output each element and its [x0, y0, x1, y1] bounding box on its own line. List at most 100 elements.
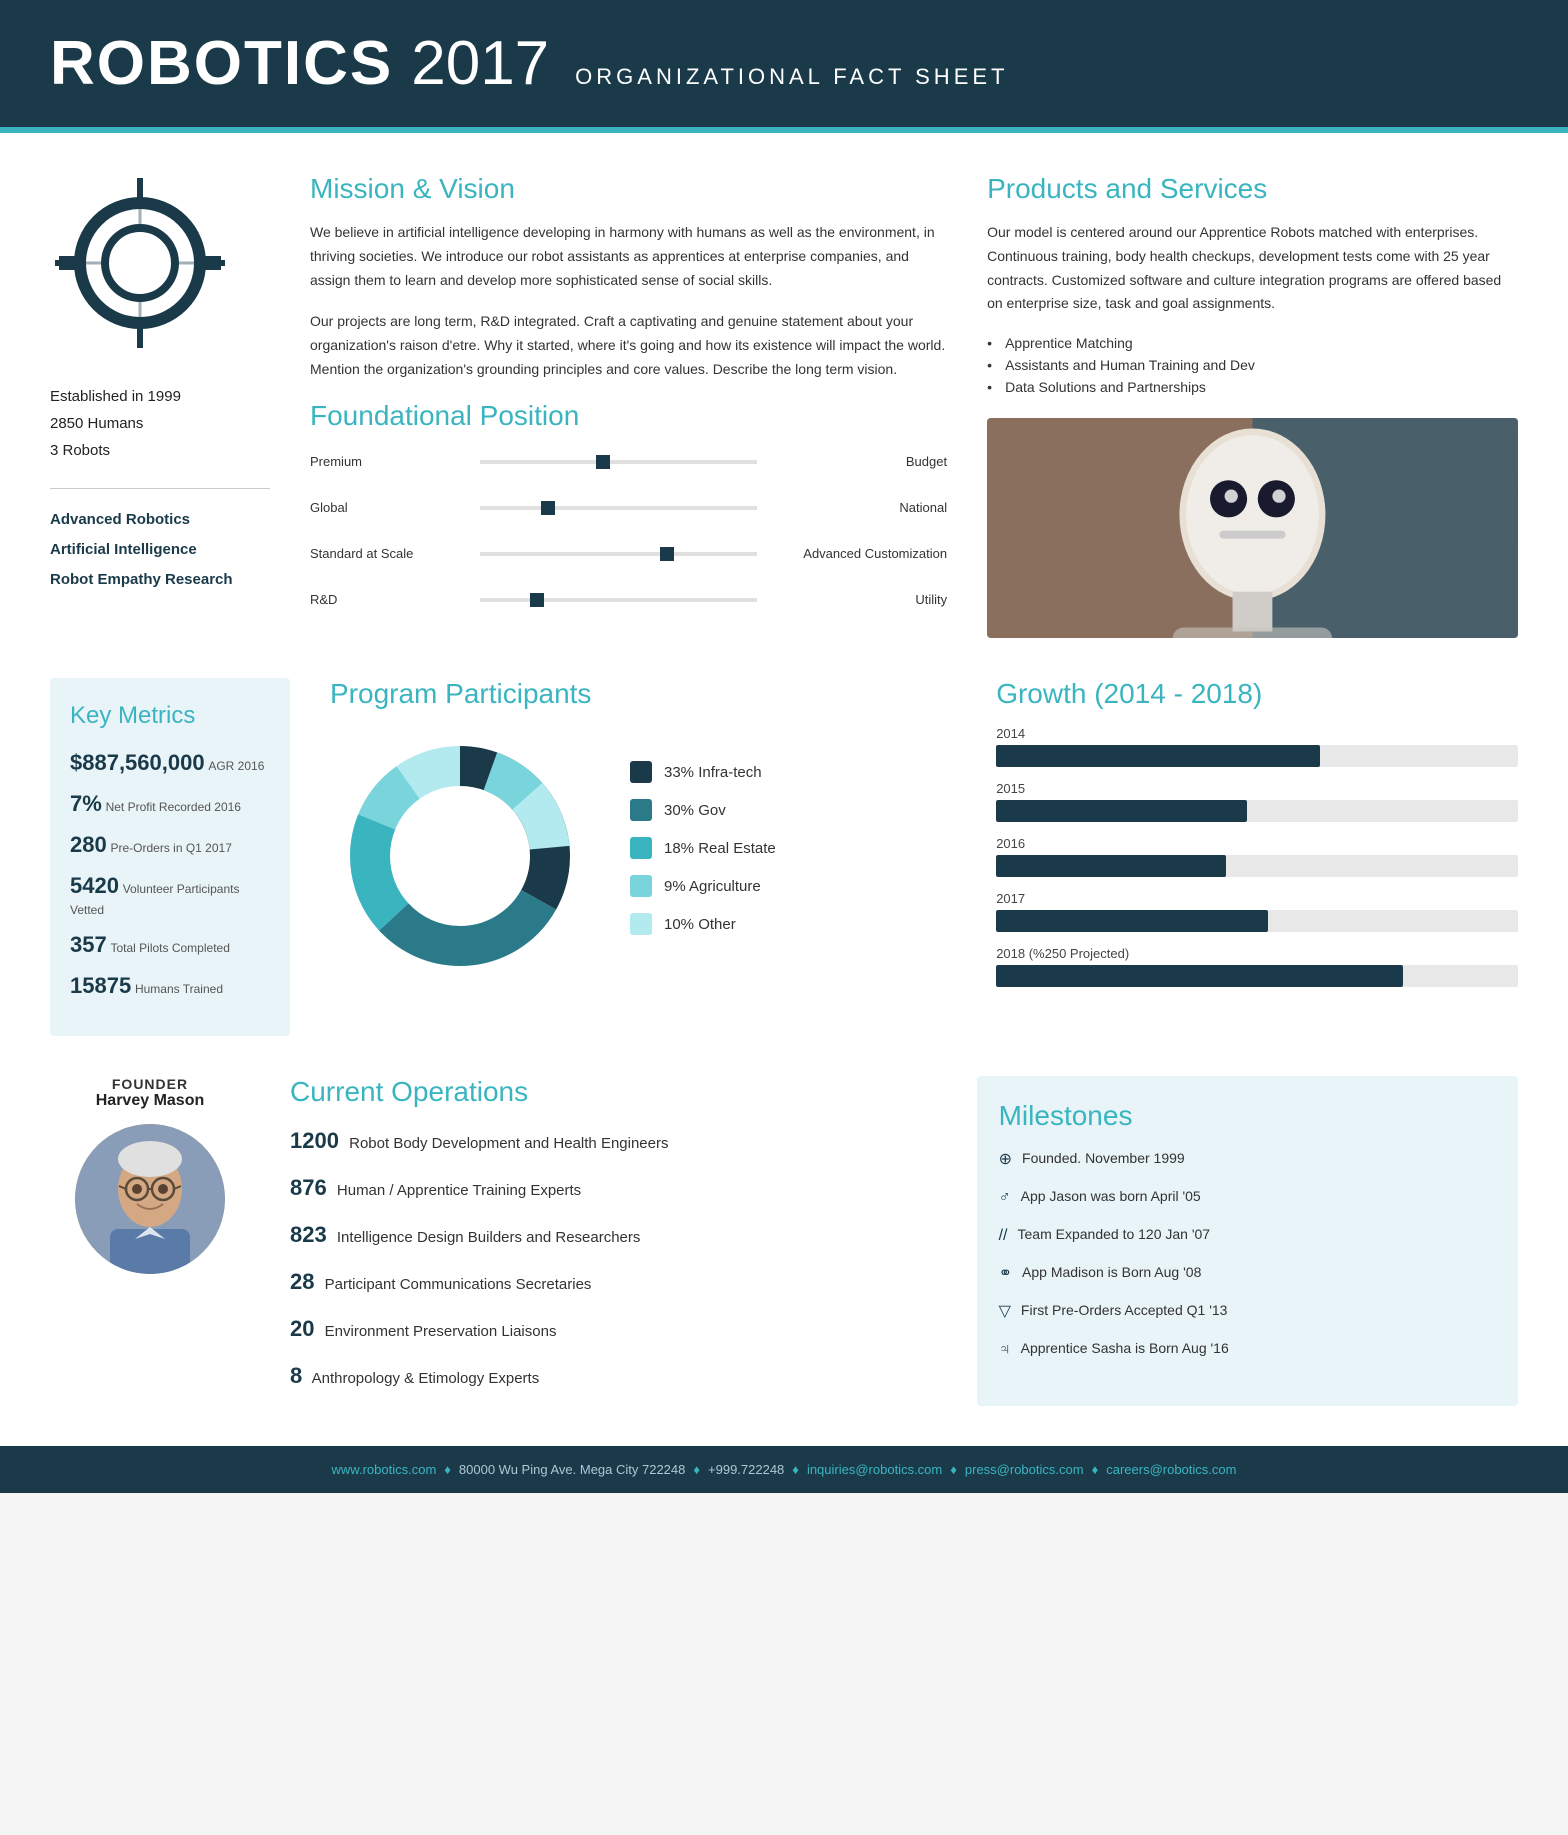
- km-big-4: 5420: [70, 873, 119, 898]
- footer-email-careers[interactable]: careers@robotics.com: [1106, 1462, 1236, 1477]
- footer-email-press[interactable]: press@robotics.com: [965, 1462, 1084, 1477]
- right-column: Products and Services Our model is cente…: [987, 173, 1518, 638]
- robot-photo: [987, 418, 1518, 638]
- fp-marker-2: [541, 501, 555, 515]
- km-1: $887,560,000 AGR 2016: [70, 748, 270, 779]
- divider: [50, 488, 270, 489]
- legend-label-4: 9% Agriculture: [664, 878, 761, 895]
- established: Established in 1999: [50, 383, 270, 410]
- legend-dot-1: [630, 761, 652, 783]
- ops-num-4: 28: [290, 1269, 314, 1294]
- specialties: Advanced Robotics Artificial Intelligenc…: [50, 505, 270, 595]
- fp-marker-4: [530, 593, 544, 607]
- humans-count: 2850 Humans: [50, 410, 270, 437]
- footer-website[interactable]: www.robotics.com: [332, 1462, 437, 1477]
- km-small-2: Net Profit Recorded 2016: [106, 800, 241, 814]
- milestones-section: Milestones ⊕ Founded. November 1999 ♂ Ap…: [977, 1076, 1518, 1406]
- fp-row-1: Premium Budget: [310, 448, 947, 476]
- year-2015: 2015: [996, 781, 1518, 796]
- fp-row-3: Standard at Scale Advanced Customization: [310, 540, 947, 568]
- fp-marker-3: [660, 547, 674, 561]
- fp-right-2: National: [767, 500, 947, 515]
- ops-num-6: 8: [290, 1363, 302, 1388]
- ops-6: 8 Anthropology & Etimology Experts: [290, 1359, 937, 1392]
- milestone-text-2: App Jason was born April '05: [1021, 1186, 1201, 1207]
- km-small-5: Total Pilots Completed: [110, 941, 229, 955]
- footer-email-inquiries[interactable]: inquiries@robotics.com: [807, 1462, 942, 1477]
- ops-4: 28 Participant Communications Secretarie…: [290, 1265, 937, 1298]
- growth-bar-2015: 2015: [996, 781, 1518, 822]
- milestones-heading: Milestones: [999, 1100, 1496, 1132]
- footer: www.robotics.com ♦ 80000 Wu Ping Ave. Me…: [0, 1446, 1568, 1493]
- founder-label: FOUNDER: [112, 1076, 188, 1092]
- milestone-text-6: Apprentice Sasha is Born Aug '16: [1021, 1338, 1229, 1359]
- ops-text-5: Environment Preservation Liaisons: [325, 1323, 557, 1340]
- footer-phone: +999.722248: [708, 1462, 784, 1477]
- legend-2: 30% Gov: [630, 799, 956, 821]
- ops-3: 823 Intelligence Design Builders and Res…: [290, 1218, 937, 1251]
- fp-row-2: Global National: [310, 494, 947, 522]
- legend-4: 9% Agriculture: [630, 875, 956, 897]
- donut-chart: [330, 726, 590, 986]
- fill-2017: [996, 910, 1267, 932]
- legend-dot-3: [630, 837, 652, 859]
- ops-text-1: Robot Body Development and Health Engine…: [349, 1135, 668, 1152]
- left-column: Established in 1999 2850 Humans 3 Robots…: [50, 173, 270, 638]
- milestone-text-4: App Madison is Born Aug '08: [1022, 1262, 1201, 1283]
- org-info: Established in 1999 2850 Humans 3 Robots: [50, 383, 270, 464]
- ops-num-1: 1200: [290, 1128, 339, 1153]
- legend-label-3: 18% Real Estate: [664, 840, 776, 857]
- growth-bar-2018: 2018 (%250 Projected): [996, 946, 1518, 987]
- ops-text-6: Anthropology & Etimology Experts: [312, 1370, 540, 1387]
- center-right: Mission & Vision We believe in artificia…: [310, 173, 1518, 638]
- legend-dot-4: [630, 875, 652, 897]
- growth-bar-2014: 2014: [996, 726, 1518, 767]
- fp-row-4: R&D Utility: [310, 586, 947, 614]
- fp-left-2: Global: [310, 500, 470, 515]
- fp-right-4: Utility: [767, 592, 947, 607]
- track-2016: [996, 855, 1518, 877]
- year-2018: 2018 (%250 Projected): [996, 946, 1518, 961]
- founder-section: FOUNDER Harvey Mason: [50, 1076, 250, 1406]
- products-heading: Products and Services: [987, 173, 1518, 205]
- growth-heading: Growth (2014 - 2018): [996, 678, 1518, 710]
- fp-right-1: Budget: [767, 454, 947, 469]
- legend: 33% Infra-tech 30% Gov 18% Real Estate 9…: [630, 761, 956, 951]
- growth-bar-2017: 2017: [996, 891, 1518, 932]
- legend-label-1: 33% Infra-tech: [664, 764, 762, 781]
- ops-2: 876 Human / Apprentice Training Experts: [290, 1171, 937, 1204]
- milestone-icon-2: ♂: [999, 1186, 1011, 1210]
- legend-dot-5: [630, 913, 652, 935]
- fp-left-1: Premium: [310, 454, 470, 469]
- donut-section: 33% Infra-tech 30% Gov 18% Real Estate 9…: [330, 726, 956, 986]
- year-2016: 2016: [996, 836, 1518, 851]
- ops-text-3: Intelligence Design Builders and Researc…: [337, 1229, 641, 1246]
- milestone-text-3: Team Expanded to 120 Jan '07: [1018, 1224, 1211, 1245]
- third-row: FOUNDER Harvey Mason: [0, 1076, 1568, 1446]
- milestone-5: ▽ First Pre-Orders Accepted Q1 '13: [999, 1300, 1496, 1324]
- center-column: Mission & Vision We believe in artificia…: [310, 173, 947, 638]
- program-participants: Program Participants: [330, 678, 956, 1036]
- robot-logo: [50, 173, 230, 353]
- fill-2014: [996, 745, 1320, 767]
- ops-text-2: Human / Apprentice Training Experts: [337, 1182, 581, 1199]
- fp-left-3: Standard at Scale: [310, 546, 470, 561]
- km-small-6: Humans Trained: [135, 982, 223, 996]
- milestone-2: ♂ App Jason was born April '05: [999, 1186, 1496, 1210]
- km-small-3: Pre-Orders in Q1 2017: [110, 841, 231, 855]
- km-2: 7% Net Profit Recorded 2016: [70, 789, 270, 820]
- pp-heading: Program Participants: [330, 678, 956, 710]
- fill-2018: [996, 965, 1403, 987]
- footer-sep-3: ♦: [792, 1462, 799, 1477]
- legend-dot-2: [630, 799, 652, 821]
- fp-track-2: [480, 506, 757, 510]
- key-metrics: Key Metrics $887,560,000 AGR 2016 7% Net…: [50, 678, 290, 1036]
- legend-label-5: 10% Other: [664, 916, 736, 933]
- robots-count: 3 Robots: [50, 437, 270, 464]
- mission-para1: We believe in artificial intelligence de…: [310, 221, 947, 292]
- km-big-2: 7%: [70, 791, 102, 816]
- milestone-3: // Team Expanded to 120 Jan '07: [999, 1224, 1496, 1248]
- milestone-icon-5: ▽: [999, 1300, 1011, 1324]
- brand-name: ROBOTICS: [50, 28, 393, 99]
- km-big-3: 280: [70, 832, 107, 857]
